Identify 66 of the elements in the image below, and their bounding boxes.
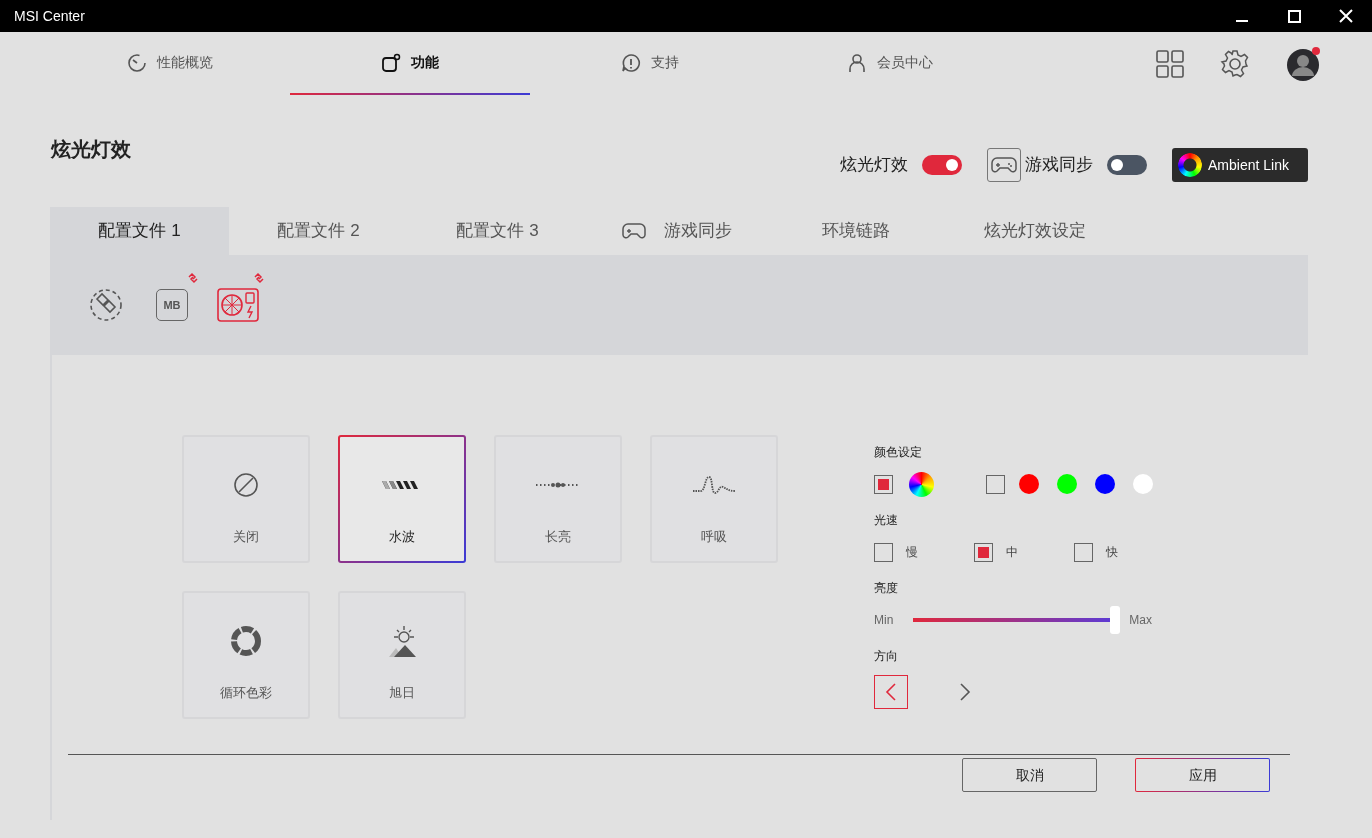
option-label: 中 xyxy=(1006,544,1018,561)
link-sync-icon xyxy=(88,287,124,323)
effect-tile[interactable]: 关闭 xyxy=(182,435,310,563)
exclamation-bubble-icon xyxy=(621,52,641,73)
gamepad-icon xyxy=(621,222,646,240)
setting-label: 亮度 xyxy=(874,580,899,597)
effect-tile[interactable]: 长亮 xyxy=(494,435,622,563)
checkbox[interactable] xyxy=(974,542,993,562)
gauge-icon xyxy=(127,52,147,73)
toggle-switch[interactable] xyxy=(922,155,962,175)
graphics-card-icon xyxy=(217,288,259,322)
checkbox[interactable] xyxy=(1074,542,1093,562)
nav-tab[interactable]: 功能 xyxy=(290,32,530,95)
device-button[interactable]: MB xyxy=(150,283,194,327)
checkbox[interactable] xyxy=(874,542,893,562)
toggle-label: 游戏同步 xyxy=(1025,154,1093,177)
gamepad-icon xyxy=(987,148,1021,182)
setting-label: 颜色设定 xyxy=(874,444,923,461)
motherboard-icon: MB xyxy=(156,289,188,321)
checkbox[interactable] xyxy=(986,474,1005,494)
section-title: 炫光灯效 xyxy=(51,137,131,162)
rainbow-color-swatch[interactable] xyxy=(909,471,934,497)
setting-label: 方向 xyxy=(874,648,899,665)
option-label: 快 xyxy=(1106,544,1118,561)
cancel-button[interactable]: 取消 xyxy=(962,758,1097,792)
color-swatch[interactable] xyxy=(1095,474,1115,494)
toggle-label: 炫光灯效 xyxy=(840,154,908,177)
slider-thumb[interactable] xyxy=(1110,606,1121,634)
color-swatch[interactable] xyxy=(1057,474,1077,494)
sun-mountain-icon xyxy=(386,623,418,658)
ring-logo-icon xyxy=(1178,153,1202,177)
square-dot-icon xyxy=(381,52,401,73)
effect-tile[interactable]: 呼吸 xyxy=(650,435,778,563)
checkbox[interactable] xyxy=(874,474,893,494)
chevron-right-icon xyxy=(958,682,972,702)
chevron-left-icon xyxy=(884,682,898,702)
pulse-wave-icon xyxy=(693,475,735,495)
person-icon xyxy=(847,52,867,73)
setting-label: 光速 xyxy=(874,512,899,529)
apply-button[interactable]: 应用 xyxy=(1135,758,1270,792)
color-swatch[interactable] xyxy=(1133,474,1153,494)
profile-tab[interactable]: 配置文件 2 xyxy=(229,207,408,255)
profile-tab[interactable]: 配置文件 3 xyxy=(408,207,587,255)
profile-tab[interactable]: 炫光灯效设定 xyxy=(945,207,1124,255)
prohibited-icon xyxy=(233,472,259,498)
effect-tile[interactable]: 水波 xyxy=(338,435,466,563)
slider-min-label: Min xyxy=(874,612,894,629)
profile-tab[interactable]: 环境链路 xyxy=(766,207,945,255)
profile-tab[interactable]: 游戏同步 xyxy=(587,207,766,255)
nav-tab[interactable]: 会员中心 xyxy=(770,32,1010,95)
profile-tab[interactable]: 配置文件 1 xyxy=(50,207,229,255)
settings-icon[interactable] xyxy=(1220,48,1250,79)
nav-tab[interactable]: 性能概览 xyxy=(50,32,290,95)
avatar-icon[interactable] xyxy=(1286,45,1322,82)
toggle-switch[interactable] xyxy=(1107,155,1147,175)
effect-tile[interactable]: 旭日 xyxy=(338,590,466,719)
segmented-ring-icon xyxy=(230,624,262,657)
option-label: 慢 xyxy=(906,544,918,561)
nav-tab[interactable]: 支持 xyxy=(530,32,770,95)
effect-tile[interactable]: 循环色彩 xyxy=(182,590,310,719)
ambient-link-button[interactable]: Ambient Link xyxy=(1172,148,1308,182)
slider-max-label: Max xyxy=(1129,612,1152,629)
direction-button[interactable] xyxy=(874,675,908,709)
apps-grid-icon[interactable] xyxy=(1156,49,1184,78)
window-title: MSI Center xyxy=(14,6,85,26)
color-swatch[interactable] xyxy=(1019,474,1039,494)
